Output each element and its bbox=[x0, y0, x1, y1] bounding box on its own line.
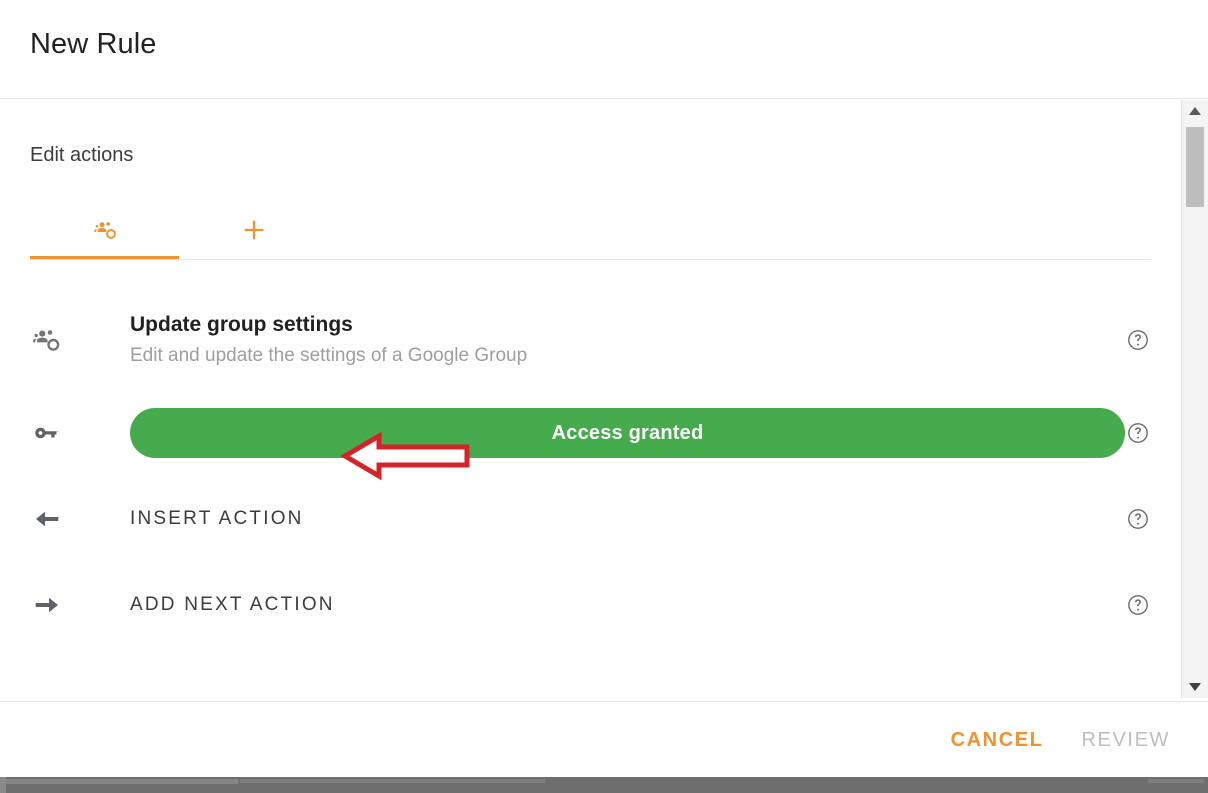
action-row-content: Update group settings Edit and update th… bbox=[74, 311, 1125, 370]
window-bottom-scrollbar-strip[interactable] bbox=[0, 777, 1208, 793]
tab-add-action[interactable] bbox=[179, 200, 328, 259]
help-circle-icon[interactable] bbox=[1125, 506, 1151, 532]
tab-active-underline bbox=[30, 256, 179, 259]
action-row-update-group-settings[interactable]: Update group settings Edit and update th… bbox=[0, 290, 1181, 390]
review-button: REVIEW bbox=[1068, 719, 1185, 762]
help-circle-icon[interactable] bbox=[1125, 327, 1151, 353]
dialog-body: Edit actions Update group settings Edit … bbox=[0, 100, 1181, 700]
action-subtitle: Edit and update the settings of a Google… bbox=[130, 344, 528, 366]
group-settings-icon bbox=[30, 324, 74, 356]
help-circle-icon[interactable] bbox=[1125, 420, 1151, 446]
arrow-right-icon bbox=[30, 588, 74, 622]
strip-segment bbox=[240, 779, 545, 783]
vertical-scrollbar-thumb[interactable] bbox=[1186, 127, 1204, 207]
plus-icon bbox=[240, 216, 268, 244]
tab-group-settings[interactable] bbox=[30, 200, 179, 259]
action-row-content: Access granted bbox=[74, 408, 1125, 458]
arrow-left-icon bbox=[30, 502, 74, 536]
action-tab-bar bbox=[30, 200, 1151, 260]
action-title: Update group settings bbox=[130, 312, 353, 336]
key-icon bbox=[30, 416, 74, 450]
access-granted-chip[interactable]: Access granted bbox=[130, 408, 1125, 458]
action-row-insert-action[interactable]: INSERT ACTION bbox=[0, 476, 1181, 562]
action-title: INSERT ACTION bbox=[130, 508, 304, 529]
scroll-down-arrow-icon[interactable] bbox=[1182, 676, 1208, 698]
action-row-access-granted[interactable]: Access granted bbox=[0, 390, 1181, 476]
scroll-up-arrow-icon[interactable] bbox=[1182, 100, 1208, 122]
new-rule-dialog: New Rule Edit actions Update group setti… bbox=[0, 0, 1208, 793]
help-circle-icon[interactable] bbox=[1125, 592, 1151, 618]
dialog-header: New Rule bbox=[0, 0, 1208, 99]
action-title: ADD NEXT ACTION bbox=[130, 594, 335, 615]
group-settings-icon bbox=[91, 216, 119, 244]
cancel-button[interactable]: CANCEL bbox=[937, 719, 1058, 762]
dialog-footer: CANCEL REVIEW bbox=[0, 701, 1208, 777]
action-list: Update group settings Edit and update th… bbox=[0, 290, 1181, 648]
action-row-content: ADD NEXT ACTION bbox=[74, 594, 1125, 616]
action-row-add-next-action[interactable]: ADD NEXT ACTION bbox=[0, 562, 1181, 648]
action-row-content: INSERT ACTION bbox=[74, 508, 1125, 530]
strip-segment bbox=[6, 779, 238, 784]
page-title: New Rule bbox=[30, 28, 157, 60]
vertical-scrollbar[interactable] bbox=[1181, 100, 1208, 698]
footer-actions: CANCEL REVIEW bbox=[937, 702, 1184, 778]
strip-segment bbox=[1148, 779, 1204, 783]
section-title-edit-actions: Edit actions bbox=[30, 144, 134, 166]
